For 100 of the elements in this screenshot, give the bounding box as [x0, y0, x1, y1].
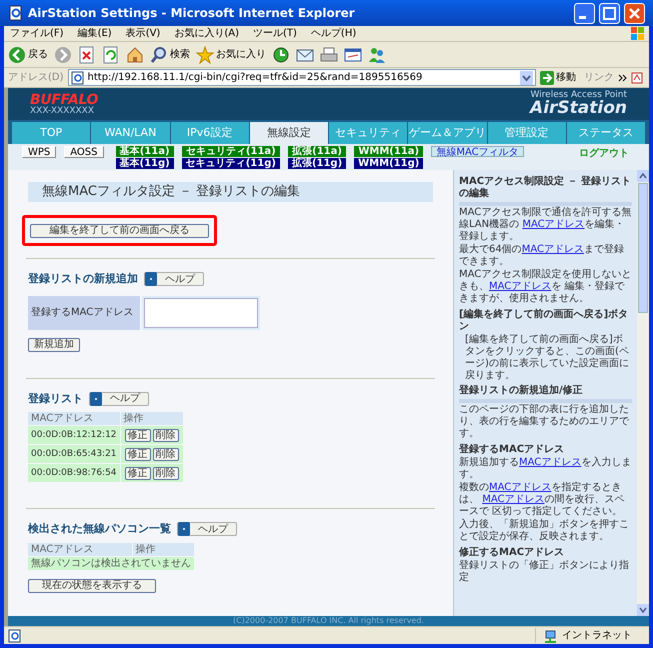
- subnav-button[interactable]: WPS: [22, 146, 56, 158]
- arrow-icon: [540, 70, 554, 84]
- windows-flag-icon: [630, 26, 645, 41]
- copyright: (C)2000-2007 BUFFALO INC. All rights reserved.: [233, 617, 424, 625]
- delete-button[interactable]: 削除: [152, 448, 179, 460]
- network-icon: [544, 628, 558, 642]
- refresh-button[interactable]: 現在の状態を表示する: [28, 578, 156, 592]
- zone-indicator: イントラネット: [535, 628, 645, 643]
- address-field[interactable]: http://192.168.11.1/cgi-bin/cgi?req=tfr&id=25&rand=1895516569: [68, 69, 536, 86]
- close-icon[interactable]: [624, 2, 645, 24]
- edit-button[interactable]: 修正: [124, 428, 151, 442]
- refresh-icon[interactable]: [102, 46, 120, 64]
- mac-address-cell: 00:0D:0B:98:76:54: [28, 464, 120, 482]
- add-button[interactable]: 新規追加: [28, 338, 80, 352]
- scroll-up-icon[interactable]: [637, 170, 649, 182]
- subnav-link[interactable]: WMM(11g): [354, 158, 424, 169]
- menu-item[interactable]: お気に入り(A): [172, 26, 241, 41]
- scroll-down-icon[interactable]: [637, 604, 649, 616]
- subnav-link[interactable]: 基本(11a): [116, 146, 174, 157]
- tagline: Wireless Access Point: [530, 91, 627, 100]
- help-text: MACアクセス制限で通信を許可する無線LAN機器の MACアドレスを編集・登録します。: [459, 207, 632, 243]
- help-link[interactable]: MACアドレス: [519, 457, 582, 468]
- nav-tab[interactable]: 無線設定: [250, 122, 328, 144]
- scrollbar[interactable]: [637, 170, 649, 616]
- section-heading: 検出された無線パソコン一覧: [28, 521, 171, 537]
- menu-item[interactable]: ファイル(F): [8, 26, 66, 41]
- help-text: 新規追加するMACアドレスを入力します。: [459, 457, 632, 481]
- help-subheading: 登録するMACアドレス: [459, 444, 566, 456]
- search-icon: [150, 46, 168, 64]
- back-button[interactable]: 編集を終了して前の画面へ戻る: [30, 224, 209, 238]
- subnav-link[interactable]: 拡張(11g): [288, 158, 346, 169]
- subnav-link[interactable]: セキュリティ(11a): [182, 146, 280, 157]
- mac-address-field[interactable]: [144, 298, 258, 328]
- help-link[interactable]: MACアドレス: [489, 281, 552, 292]
- help-text: 最大で64個のMACアドレス まで登録できます。: [459, 244, 626, 268]
- printer-icon[interactable]: [320, 46, 338, 64]
- help-heading: 登録リストの新規追加/修正: [459, 385, 632, 403]
- subnav-link[interactable]: 拡張(11a): [288, 146, 346, 157]
- address-label: アドレス(D): [8, 71, 64, 85]
- brand-logo: BUFFALO: [30, 92, 98, 106]
- subnav-link[interactable]: 無線MACフィルタ: [431, 146, 524, 157]
- scroll-thumb[interactable]: [638, 183, 648, 313]
- star-icon: [196, 46, 214, 64]
- menu-item[interactable]: ツール(T): [251, 26, 299, 41]
- page-title: 無線MACフィルタ設定 － 登録リストの編集: [28, 182, 433, 202]
- menu-item[interactable]: 編集(E): [76, 26, 114, 41]
- toolbar-button[interactable]: 戻る: [8, 46, 48, 64]
- minimize-icon[interactable]: [574, 2, 595, 24]
- help-link[interactable]: MACアドレス: [522, 219, 585, 230]
- toolbar-button[interactable]: 検索: [150, 46, 190, 64]
- home-icon[interactable]: [126, 46, 144, 64]
- help-subheading: 修正するMACアドレス: [459, 547, 566, 559]
- maximize-icon[interactable]: [599, 2, 620, 24]
- edit-icon[interactable]: [344, 46, 362, 64]
- toolbar-button[interactable]: お気に入り: [196, 46, 266, 64]
- help-text: [編集を終了して前の画面へ戻る]ボタンをクリックすると、この画面(ページ)の前に表示していた設定画面に戻ります。: [464, 334, 630, 382]
- product-name: AirStation: [530, 100, 627, 117]
- subnav-link[interactable]: 基本(11g): [116, 158, 174, 169]
- help-heading: MACアクセス制限設定 － 登録リストの編集: [459, 176, 632, 206]
- edit-button[interactable]: 修正: [124, 448, 151, 460]
- help-button[interactable]: ヘルプ: [177, 522, 237, 536]
- help-text: 入力後、「新規追加」ボタンを押すことで設定が保存、反映されます。: [459, 519, 630, 543]
- dropdown-icon[interactable]: [520, 70, 533, 84]
- help-text: MACアクセス制限設定を使用しないときも、MACアドレスを 編集・登録できますが、使用されません。: [459, 269, 632, 305]
- subnav-link[interactable]: セキュリティ(11g): [182, 158, 280, 169]
- help-subheading: [編集を終了して前の画面へ戻る]ボタン: [459, 309, 630, 333]
- stop-icon[interactable]: [78, 46, 96, 64]
- column-header: MACアドレス: [28, 412, 120, 425]
- edit-button[interactable]: 修正: [124, 466, 151, 480]
- help-button[interactable]: ヘルプ: [144, 272, 204, 286]
- menu-item[interactable]: ヘルプ(H): [308, 26, 358, 41]
- field-label: 登録するMACアドレス: [28, 296, 140, 330]
- subnav-button[interactable]: AOSS: [64, 146, 104, 158]
- help-link[interactable]: MACアドレス: [522, 244, 584, 255]
- help-text: このページの下部の表に行を追加したり、表の行を編集するためのエリアです。: [459, 404, 630, 440]
- section-heading: 登録リスト: [28, 390, 83, 406]
- help-text: 登録リストの「修正」ボタンにより指定: [459, 560, 630, 584]
- delete-button[interactable]: 削除: [152, 428, 179, 442]
- chevron-icon[interactable]: [618, 72, 627, 82]
- page-icon: [8, 5, 24, 21]
- page-icon: [8, 628, 21, 642]
- empty-message: 無線パソコンは検出されていません: [28, 556, 194, 570]
- help-link[interactable]: MACアドレス: [489, 482, 552, 493]
- mac-address-cell: 00:0D:0B:12:12:12: [28, 426, 120, 444]
- history-icon[interactable]: [272, 46, 290, 64]
- window-title: AirStation Settings - Microsoft Internet Explorer: [28, 5, 356, 22]
- column-header: 操作: [120, 412, 183, 425]
- help-text: 複数のMACアドレスを指定するときは、 MACアドレスの間を改行、スペースで 区切って指定してください。: [459, 482, 626, 518]
- help-link[interactable]: MACアドレス: [482, 494, 544, 505]
- help-button[interactable]: ヘルプ: [89, 392, 149, 406]
- model-name: XXX-XXXXXXX: [30, 106, 96, 116]
- go-button[interactable]: 移動: [540, 70, 576, 85]
- subnav-link[interactable]: WMM(11a): [354, 146, 424, 157]
- column-header: 操作: [132, 542, 194, 556]
- page-icon: [70, 70, 84, 84]
- mac-address-cell: 00:0D:0B:65:43:21: [28, 445, 120, 463]
- column-header: MACアドレス: [28, 542, 132, 556]
- people-icon[interactable]: [368, 46, 386, 64]
- menu-item[interactable]: 表示(V): [124, 26, 162, 41]
- delete-button[interactable]: 削除: [152, 466, 179, 480]
